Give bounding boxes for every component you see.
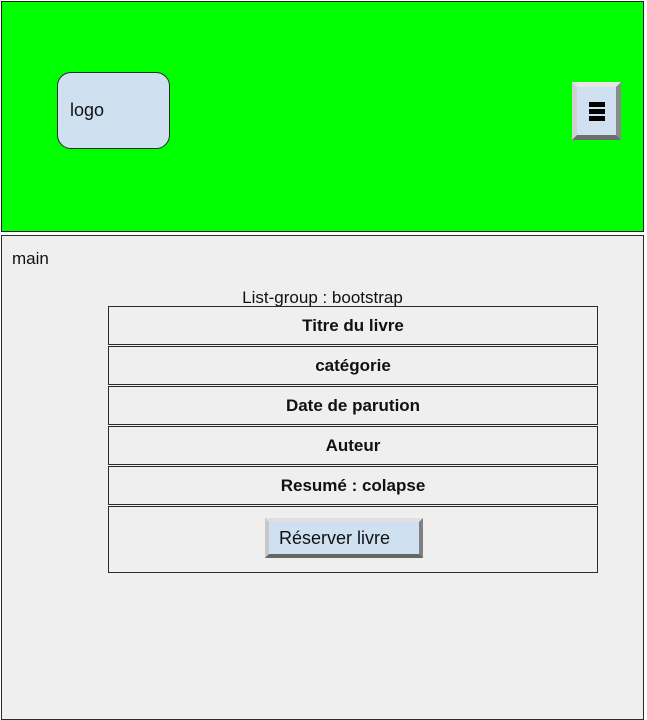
list-item-publication-date[interactable]: Date de parution	[108, 386, 598, 425]
reserve-book-button[interactable]: Réserver livre	[265, 518, 423, 558]
list-item-title[interactable]: Titre du livre	[108, 306, 598, 345]
list-group-caption: List-group : bootstrap	[242, 288, 403, 307]
list-item-category[interactable]: catégorie	[108, 346, 598, 385]
list-group-footer: Réserver livre	[108, 506, 598, 573]
main-section: main List-group : bootstrap Titre du liv…	[1, 235, 644, 720]
header: logo	[1, 1, 644, 232]
hamburger-menu-icon	[588, 101, 605, 121]
list-item-summary-collapse[interactable]: Resumé : colapse	[108, 466, 598, 505]
menu-button[interactable]	[572, 82, 621, 140]
logo[interactable]: logo	[57, 72, 170, 149]
main-label: main	[12, 249, 49, 268]
list-item-author[interactable]: Auteur	[108, 426, 598, 465]
